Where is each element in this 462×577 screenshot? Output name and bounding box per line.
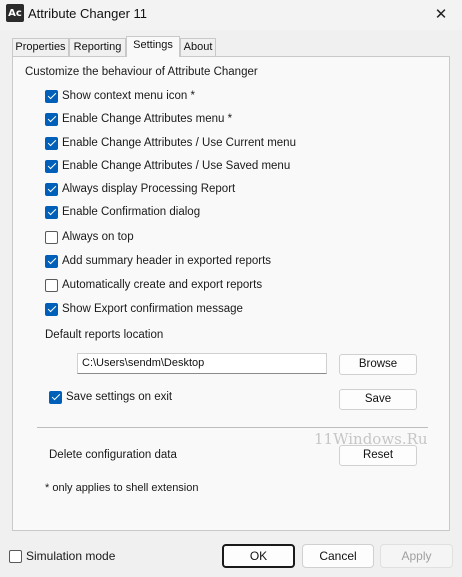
option-label: Enable Change Attributes / Use Saved men…	[62, 160, 291, 172]
title-bar: Ac Attribute Changer 11 ✕	[0, 0, 462, 30]
option-label: Enable Confirmation dialog	[62, 206, 201, 218]
option-enable-use-current-menu[interactable]: Enable Change Attributes / Use Current m…	[45, 135, 296, 151]
tab-reporting[interactable]: Reporting	[69, 38, 126, 56]
option-always-on-top[interactable]: Always on top	[45, 229, 134, 245]
option-label: Enable Change Attributes menu *	[62, 113, 233, 125]
checkbox[interactable]	[45, 302, 58, 316]
option-auto-create-export-reports[interactable]: Automatically create and export reports	[45, 277, 262, 293]
separator	[37, 427, 428, 428]
settings-heading: Customize the behaviour of Attribute Cha…	[25, 66, 258, 78]
settings-panel: Customize the behaviour of Attribute Cha…	[12, 56, 450, 531]
shell-extension-note: * only applies to shell extension	[45, 482, 199, 494]
option-always-display-processing-report[interactable]: Always display Processing Report	[45, 181, 235, 197]
reports-location-input[interactable]: C:\Users\sendm\Desktop	[77, 353, 327, 374]
delete-config-label: Delete configuration data	[49, 449, 177, 461]
checkbox[interactable]	[45, 112, 58, 126]
ok-button[interactable]: OK	[222, 544, 295, 568]
option-label: Show context menu icon *	[62, 90, 195, 102]
reports-location-label: Default reports location	[45, 329, 164, 341]
tab-settings[interactable]: Settings	[126, 36, 180, 57]
checkbox[interactable]	[45, 254, 58, 268]
close-icon[interactable]: ✕	[426, 2, 456, 26]
option-enable-confirmation-dialog[interactable]: Enable Confirmation dialog	[45, 204, 200, 220]
checkbox[interactable]	[45, 230, 58, 244]
checkbox[interactable]	[9, 549, 22, 563]
option-label: Add summary header in exported reports	[62, 255, 272, 267]
tab-properties[interactable]: Properties	[12, 38, 69, 56]
option-show-context-menu-icon[interactable]: Show context menu icon *	[45, 88, 195, 104]
simulation-mode-label: Simulation mode	[26, 549, 116, 563]
option-label: Enable Change Attributes / Use Current m…	[62, 137, 296, 149]
watermark: 11Windows.Ru	[314, 430, 428, 448]
option-label: Show Export confirmation message	[62, 303, 243, 315]
option-label: Save settings on exit	[66, 391, 173, 403]
checkbox[interactable]	[45, 159, 58, 173]
option-save-settings-on-exit[interactable]: Save settings on exit	[49, 389, 172, 405]
option-enable-change-attributes-menu[interactable]: Enable Change Attributes menu *	[45, 111, 232, 127]
checkbox[interactable]	[45, 182, 58, 196]
option-enable-use-saved-menu[interactable]: Enable Change Attributes / Use Saved men…	[45, 158, 290, 174]
checkbox[interactable]	[45, 278, 58, 292]
option-label: Always on top	[62, 231, 134, 243]
option-label: Always display Processing Report	[62, 183, 236, 195]
app-icon: Ac	[6, 4, 24, 22]
simulation-mode-toggle[interactable]: Simulation mode	[9, 548, 115, 564]
browse-button[interactable]: Browse	[339, 354, 417, 375]
checkbox[interactable]	[45, 136, 58, 150]
option-add-summary-header[interactable]: Add summary header in exported reports	[45, 253, 271, 269]
checkbox[interactable]	[45, 89, 58, 103]
option-label: Automatically create and export reports	[62, 279, 263, 291]
checkbox[interactable]	[45, 205, 58, 219]
apply-button[interactable]: Apply	[380, 544, 453, 568]
save-button[interactable]: Save	[339, 389, 417, 410]
tab-about[interactable]: About	[180, 38, 216, 56]
cancel-button[interactable]: Cancel	[302, 544, 374, 568]
window-title: Attribute Changer 11	[28, 6, 147, 21]
reset-button[interactable]: Reset	[339, 445, 417, 466]
option-show-export-confirmation[interactable]: Show Export confirmation message	[45, 301, 243, 317]
checkbox[interactable]	[49, 390, 62, 404]
